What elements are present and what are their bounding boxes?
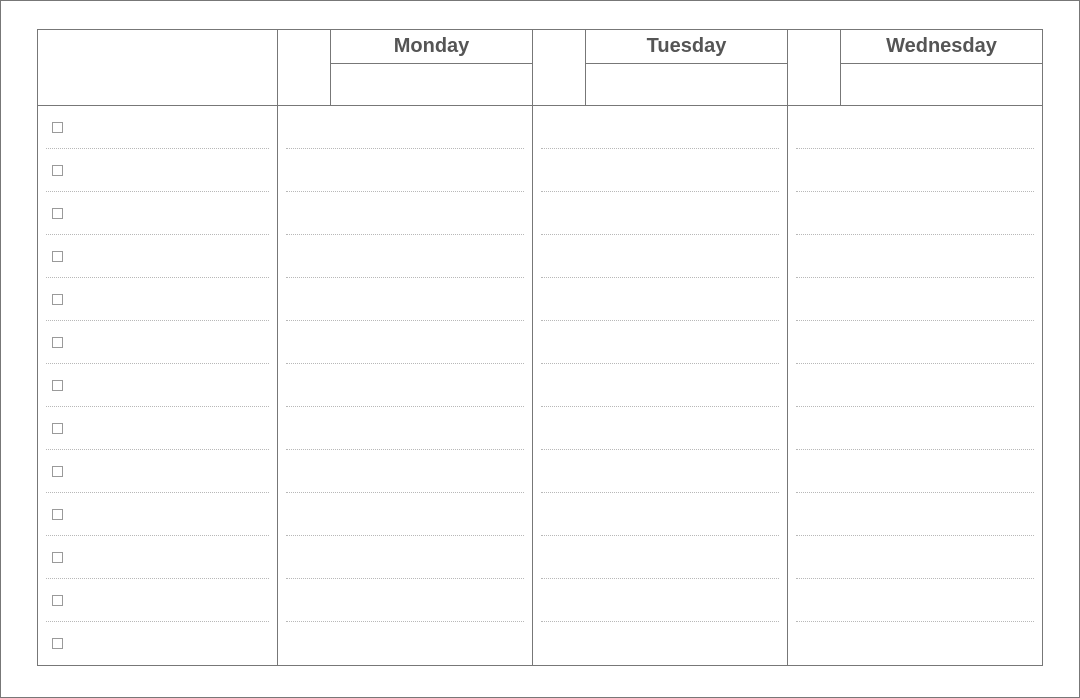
header-day-tuesday-sub: [585, 64, 787, 105]
planner-row: [38, 364, 1042, 407]
header-day-monday-gap: [278, 30, 330, 64]
task-checkbox[interactable]: [52, 208, 63, 219]
planner-row: [38, 192, 1042, 235]
header-day-monday-sub: [330, 64, 532, 105]
header-day-wednesday-label: Wednesday: [840, 30, 1042, 64]
task-cell: [38, 407, 278, 450]
day-cell-tue: [533, 579, 788, 622]
planner-row: [38, 235, 1042, 278]
day-cell-wed: [788, 278, 1042, 321]
task-checkbox[interactable]: [52, 251, 63, 262]
planner-row: [38, 278, 1042, 321]
day-cell-wed: [788, 493, 1042, 536]
task-cell: [38, 536, 278, 579]
planner-row: [38, 149, 1042, 192]
header-day-wednesday-gap: [788, 30, 840, 64]
header-task-col: [38, 30, 278, 105]
planner-row: [38, 493, 1042, 536]
task-cell: [38, 192, 278, 235]
day-cell-wed: [788, 536, 1042, 579]
day-cell-tue: [533, 493, 788, 536]
task-checkbox[interactable]: [52, 337, 63, 348]
weekly-planner: Monday Tuesday Wednesday: [37, 29, 1043, 666]
task-checkbox[interactable]: [52, 595, 63, 606]
day-cell-wed: [788, 321, 1042, 364]
day-cell-tue: [533, 278, 788, 321]
task-cell: [38, 493, 278, 536]
task-checkbox[interactable]: [52, 638, 63, 649]
day-cell-tue: [533, 235, 788, 278]
planner-rows: [38, 106, 1042, 665]
day-cell-mon: [278, 278, 533, 321]
day-cell-wed: [788, 149, 1042, 192]
header-day-tuesday: Tuesday: [533, 30, 788, 105]
header-day-monday-label: Monday: [330, 30, 532, 64]
day-cell-tue: [533, 407, 788, 450]
task-cell: [38, 364, 278, 407]
header-day-tuesday-gap: [533, 30, 585, 64]
task-checkbox[interactable]: [52, 165, 63, 176]
planner-row: [38, 536, 1042, 579]
day-cell-tue: [533, 192, 788, 235]
header-day-tuesday-label: Tuesday: [585, 30, 787, 64]
day-cell-tue: [533, 321, 788, 364]
day-cell-mon: [278, 192, 533, 235]
day-cell-wed: [788, 235, 1042, 278]
task-cell: [38, 106, 278, 149]
task-checkbox[interactable]: [52, 294, 63, 305]
day-cell-tue: [533, 450, 788, 493]
day-cell-mon: [278, 149, 533, 192]
day-cell-wed: [788, 407, 1042, 450]
day-cell-tue: [533, 536, 788, 579]
planner-row: [38, 321, 1042, 364]
day-cell-mon: [278, 321, 533, 364]
task-checkbox[interactable]: [52, 423, 63, 434]
day-cell-wed: [788, 579, 1042, 622]
task-cell: [38, 235, 278, 278]
task-checkbox[interactable]: [52, 380, 63, 391]
header-day-wednesday: Wednesday: [788, 30, 1042, 105]
planner-row: [38, 450, 1042, 493]
day-cell-tue: [533, 149, 788, 192]
task-checkbox[interactable]: [52, 509, 63, 520]
task-cell: [38, 579, 278, 622]
planner-row: [38, 407, 1042, 450]
planner-row: [38, 622, 1042, 665]
planner-header: Monday Tuesday Wednesday: [38, 30, 1042, 106]
header-day-tuesday-gap-lower: [533, 64, 585, 105]
day-cell-tue: [533, 622, 788, 665]
day-cell-mon: [278, 579, 533, 622]
header-day-monday-gap-lower: [278, 64, 330, 105]
day-cell-mon: [278, 450, 533, 493]
day-cell-mon: [278, 622, 533, 665]
day-cell-wed: [788, 106, 1042, 149]
day-cell-wed: [788, 192, 1042, 235]
task-cell: [38, 450, 278, 493]
task-checkbox[interactable]: [52, 466, 63, 477]
task-cell: [38, 278, 278, 321]
task-cell: [38, 622, 278, 665]
day-cell-wed: [788, 364, 1042, 407]
day-cell-mon: [278, 235, 533, 278]
header-day-monday: Monday: [278, 30, 533, 105]
day-cell-tue: [533, 364, 788, 407]
task-cell: [38, 321, 278, 364]
planner-row: [38, 106, 1042, 149]
day-cell-mon: [278, 536, 533, 579]
task-cell: [38, 149, 278, 192]
day-cell-mon: [278, 364, 533, 407]
planner-row: [38, 579, 1042, 622]
day-cell-wed: [788, 450, 1042, 493]
header-day-wednesday-sub: [840, 64, 1042, 105]
day-cell-wed: [788, 622, 1042, 665]
day-cell-tue: [533, 106, 788, 149]
header-day-wednesday-gap-lower: [788, 64, 840, 105]
task-checkbox[interactable]: [52, 552, 63, 563]
task-checkbox[interactable]: [52, 122, 63, 133]
day-cell-mon: [278, 407, 533, 450]
day-cell-mon: [278, 493, 533, 536]
day-cell-mon: [278, 106, 533, 149]
